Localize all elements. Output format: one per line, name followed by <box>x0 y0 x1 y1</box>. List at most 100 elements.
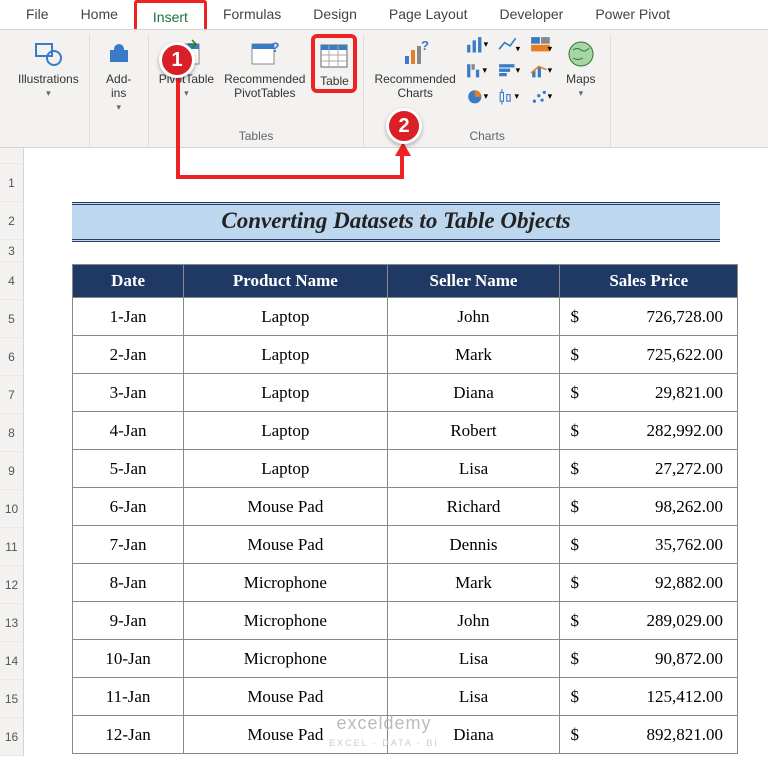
cell-price[interactable]: $726,728.00 <box>560 298 738 336</box>
table-row[interactable]: 9-JanMicrophoneJohn$289,029.00 <box>73 602 738 640</box>
col-seller[interactable]: Seller Name <box>387 265 560 298</box>
col-date[interactable]: Date <box>73 265 184 298</box>
addins-button[interactable]: Add- ins ▾ <box>96 34 142 113</box>
cell-product[interactable]: Laptop <box>184 374 387 412</box>
table-row[interactable]: 8-JanMicrophoneMark$92,882.00 <box>73 564 738 602</box>
cell-seller[interactable]: Lisa <box>387 450 560 488</box>
combo-chart-icon[interactable]: ▾ <box>530 62 552 80</box>
cell-price[interactable]: $289,029.00 <box>560 602 738 640</box>
cell-product[interactable]: Mouse Pad <box>184 526 387 564</box>
tab-formulas[interactable]: Formulas <box>207 0 297 29</box>
row-header[interactable]: 11 <box>0 528 24 566</box>
row-header[interactable]: 1 <box>0 164 24 202</box>
cell-price[interactable]: $90,872.00 <box>560 640 738 678</box>
row-header[interactable]: 13 <box>0 604 24 642</box>
cell-seller[interactable]: John <box>387 602 560 640</box>
table-row[interactable]: 4-JanLaptopRobert$282,992.00 <box>73 412 738 450</box>
col-price[interactable]: Sales Price <box>560 265 738 298</box>
cell-date[interactable]: 2-Jan <box>73 336 184 374</box>
cell-date[interactable]: 9-Jan <box>73 602 184 640</box>
row-header[interactable]: 10 <box>0 490 24 528</box>
cell-seller[interactable]: Lisa <box>387 678 560 716</box>
row-header[interactable]: 3 <box>0 240 24 262</box>
tab-file[interactable]: File <box>10 0 65 29</box>
cell-date[interactable]: 10-Jan <box>73 640 184 678</box>
cell-price[interactable]: $35,762.00 <box>560 526 738 564</box>
stat-chart-icon[interactable]: ▾ <box>498 88 520 106</box>
cell-product[interactable]: Microphone <box>184 564 387 602</box>
table-row[interactable]: 6-JanMouse PadRichard$98,262.00 <box>73 488 738 526</box>
cell-product[interactable]: Mouse Pad <box>184 488 387 526</box>
cell-seller[interactable]: John <box>387 298 560 336</box>
cell-price[interactable]: $92,882.00 <box>560 564 738 602</box>
row-header[interactable]: 2 <box>0 202 24 240</box>
row-header[interactable]: 9 <box>0 452 24 490</box>
cell-date[interactable]: 1-Jan <box>73 298 184 336</box>
maps-button[interactable]: Maps ▾ <box>558 34 604 99</box>
illustrations-button[interactable]: Illustrations ▾ <box>14 34 83 99</box>
cell-date[interactable]: 5-Jan <box>73 450 184 488</box>
pie-chart-icon[interactable]: ▾ <box>466 88 488 106</box>
cell-price[interactable]: $125,412.00 <box>560 678 738 716</box>
table-row[interactable]: 7-JanMouse PadDennis$35,762.00 <box>73 526 738 564</box>
cell-date[interactable]: 12-Jan <box>73 716 184 754</box>
row-header[interactable]: 7 <box>0 376 24 414</box>
cell-date[interactable]: 4-Jan <box>73 412 184 450</box>
col-product[interactable]: Product Name <box>184 265 387 298</box>
scatter-chart-icon[interactable]: ▾ <box>530 88 552 106</box>
table-row[interactable]: 11-JanMouse PadLisa$125,412.00 <box>73 678 738 716</box>
cell-seller[interactable]: Richard <box>387 488 560 526</box>
row-header[interactable]: 12 <box>0 566 24 604</box>
row-header[interactable]: 6 <box>0 338 24 376</box>
tab-developer[interactable]: Developer <box>484 0 580 29</box>
cell-date[interactable]: 6-Jan <box>73 488 184 526</box>
recommended-pivottables-button[interactable]: ? Recommended PivotTables <box>220 34 309 101</box>
tab-insert[interactable]: Insert <box>134 0 207 29</box>
bar-chart-icon[interactable]: ▾ <box>498 62 520 80</box>
cell-price[interactable]: $29,821.00 <box>560 374 738 412</box>
cell-date[interactable]: 3-Jan <box>73 374 184 412</box>
cell-product[interactable]: Microphone <box>184 602 387 640</box>
table-button[interactable]: Table <box>311 34 357 93</box>
waterfall-chart-icon[interactable]: ▾ <box>466 62 488 80</box>
tab-design[interactable]: Design <box>297 0 373 29</box>
table-row[interactable]: 1-JanLaptopJohn$726,728.00 <box>73 298 738 336</box>
row-header[interactable]: 15 <box>0 680 24 718</box>
line-chart-icon[interactable]: ▾ <box>498 36 520 54</box>
cell-seller[interactable]: Mark <box>387 336 560 374</box>
cell-product[interactable]: Mouse Pad <box>184 678 387 716</box>
cell-product[interactable]: Laptop <box>184 336 387 374</box>
hierarchy-chart-icon[interactable]: ▾ <box>530 36 552 54</box>
cell-date[interactable]: 11-Jan <box>73 678 184 716</box>
row-header[interactable]: 5 <box>0 300 24 338</box>
cell-price[interactable]: $98,262.00 <box>560 488 738 526</box>
table-row[interactable]: 5-JanLaptopLisa$27,272.00 <box>73 450 738 488</box>
cell-product[interactable]: Laptop <box>184 298 387 336</box>
row-header[interactable]: 8 <box>0 414 24 452</box>
row-header[interactable]: 14 <box>0 642 24 680</box>
table-row[interactable]: 2-JanLaptopMark$725,622.00 <box>73 336 738 374</box>
table-row[interactable]: 10-JanMicrophoneLisa$90,872.00 <box>73 640 738 678</box>
cell-price[interactable]: $892,821.00 <box>560 716 738 754</box>
cell-product[interactable]: Laptop <box>184 412 387 450</box>
cell-product[interactable]: Laptop <box>184 450 387 488</box>
tab-page-layout[interactable]: Page Layout <box>373 0 484 29</box>
row-header[interactable] <box>0 148 24 164</box>
cell-price[interactable]: $725,622.00 <box>560 336 738 374</box>
cell-date[interactable]: 8-Jan <box>73 564 184 602</box>
recommended-charts-button[interactable]: ? Recommended Charts <box>370 34 459 101</box>
cell-seller[interactable]: Robert <box>387 412 560 450</box>
table-row[interactable]: 3-JanLaptopDiana$29,821.00 <box>73 374 738 412</box>
cell-seller[interactable]: Mark <box>387 564 560 602</box>
column-chart-icon[interactable]: ▾ <box>466 36 488 54</box>
row-header[interactable]: 4 <box>0 262 24 300</box>
tab-home[interactable]: Home <box>65 0 134 29</box>
cell-product[interactable]: Microphone <box>184 640 387 678</box>
cell-seller[interactable]: Dennis <box>387 526 560 564</box>
cell-price[interactable]: $27,272.00 <box>560 450 738 488</box>
cell-date[interactable]: 7-Jan <box>73 526 184 564</box>
tab-power-pivot[interactable]: Power Pivot <box>579 0 686 29</box>
cell-seller[interactable]: Diana <box>387 374 560 412</box>
cell-price[interactable]: $282,992.00 <box>560 412 738 450</box>
cell-seller[interactable]: Lisa <box>387 640 560 678</box>
